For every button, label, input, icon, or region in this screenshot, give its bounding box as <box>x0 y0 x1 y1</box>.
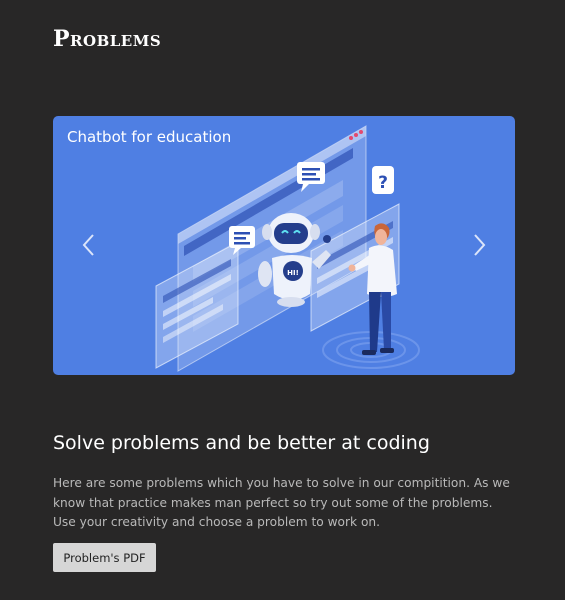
chevron-left-icon[interactable] <box>77 230 101 260</box>
chevron-right-icon[interactable] <box>467 230 491 260</box>
section-heading: Solve problems and be better at coding <box>53 432 430 454</box>
slide-caption: Chatbot for education <box>67 128 232 146</box>
chatbot-illustration: ? HI! <box>155 125 420 372</box>
svg-text:?: ? <box>378 173 388 193</box>
section-description: Here are some problems which you have to… <box>53 476 510 529</box>
question-mark-icon: ? <box>372 166 394 194</box>
problems-pdf-button[interactable]: Problem's PDF <box>53 543 156 572</box>
robot-badge: HI! <box>287 269 299 277</box>
page-title: Problems <box>53 26 162 52</box>
image-carousel: ? HI! Chatbot for education <box>53 116 515 375</box>
